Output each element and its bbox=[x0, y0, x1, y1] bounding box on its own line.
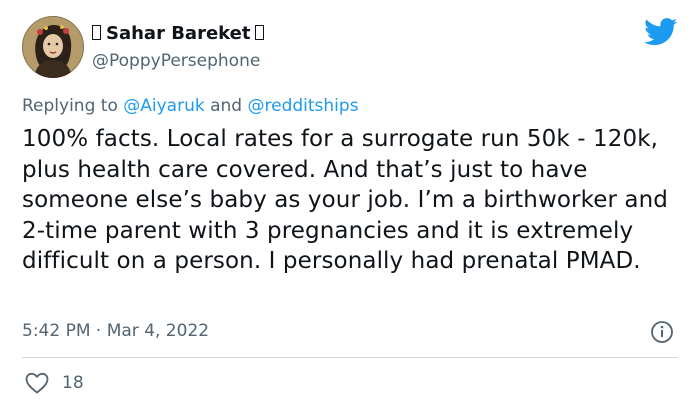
reply-context: Replying to @Aiyaruk and @redditships bbox=[22, 95, 359, 117]
profile-portrait-icon bbox=[22, 16, 84, 78]
author-name[interactable]: Sahar Bareket bbox=[92, 22, 265, 46]
emoji-placeholder-icon bbox=[92, 25, 101, 40]
author-name-text: Sahar Bareket bbox=[106, 23, 251, 44]
twitter-bird-icon[interactable] bbox=[644, 18, 678, 46]
like-count: 18 bbox=[62, 373, 84, 393]
avatar[interactable] bbox=[22, 16, 84, 78]
reply-connector: and bbox=[210, 96, 243, 116]
mention-link[interactable]: @redditships bbox=[248, 96, 359, 116]
info-icon[interactable] bbox=[650, 320, 674, 344]
tweet-text: 100% facts. Local rates for a surrogate … bbox=[22, 126, 668, 274]
reply-prefix: Replying to bbox=[22, 96, 118, 116]
emoji-placeholder-icon bbox=[255, 25, 265, 40]
tweet-timestamp[interactable]: 5:42 PM · Mar 4, 2022 bbox=[22, 320, 209, 342]
mention-link[interactable]: @Aiyaruk bbox=[123, 96, 204, 116]
tweet-card: Sahar Bareket @PoppyPersephone Replying … bbox=[0, 0, 700, 410]
heart-icon[interactable] bbox=[25, 372, 49, 394]
author-handle[interactable]: @PoppyPersephone bbox=[92, 50, 260, 72]
divider bbox=[22, 357, 678, 358]
